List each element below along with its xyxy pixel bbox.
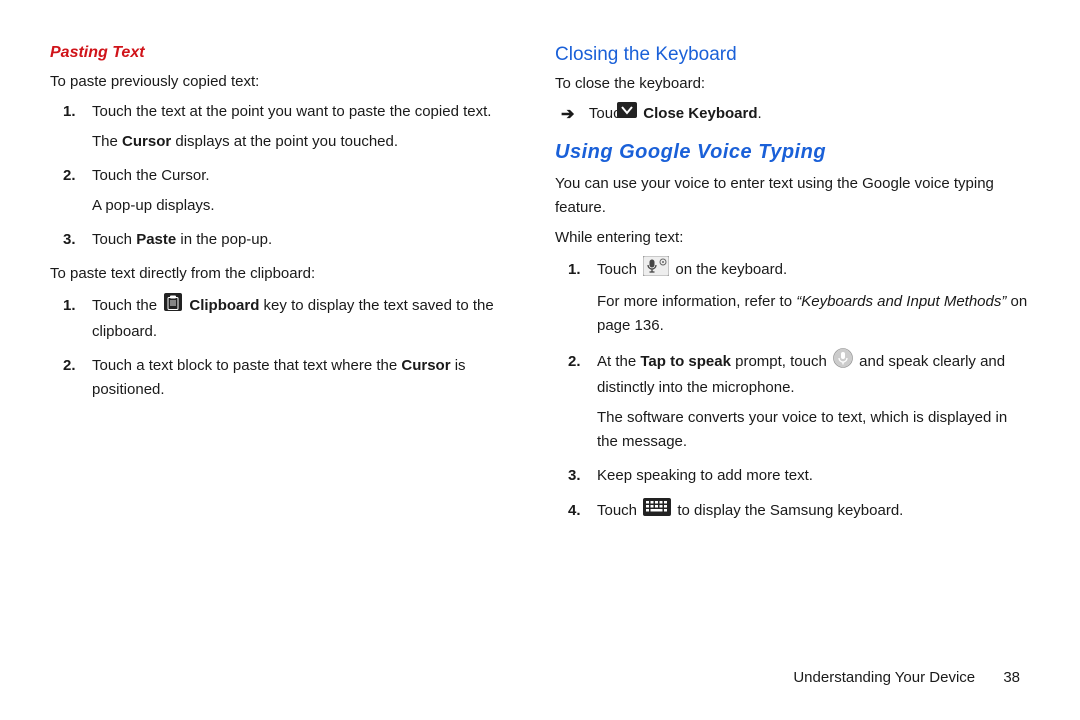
paste-step-1-text: Touch the text at the point you want to … xyxy=(92,103,491,120)
clipboard-icon xyxy=(163,292,183,320)
clipboard-step-2: Touch a text block to paste that text wh… xyxy=(88,354,525,402)
page-columns: Pasting Text To paste previously copied … xyxy=(50,40,1030,534)
footer-section: Understanding Your Device xyxy=(793,669,975,686)
voice-step-3: Keep speaking to add more text. xyxy=(593,464,1030,488)
paste-steps-2: Touch the Clipboard key to display the t… xyxy=(50,292,525,402)
keyboard-icon xyxy=(643,498,671,524)
heading-pasting-text: Pasting Text xyxy=(50,40,525,66)
t: At the xyxy=(597,353,640,370)
cursor-bold: Cursor xyxy=(122,133,171,150)
mic-circle-icon xyxy=(833,348,853,376)
t: For more information, refer to xyxy=(597,293,796,310)
paste-steps-1: Touch the text at the point you want to … xyxy=(50,100,525,252)
t: displays at the point you touched. xyxy=(171,133,398,150)
close-instruction: ➔ Touch Close Keyboard. xyxy=(567,102,1030,128)
t: Touch xyxy=(92,231,136,248)
paste-step-1: Touch the text at the point you want to … xyxy=(88,100,525,154)
paste-step-2a: Touch the Cursor. xyxy=(92,167,210,184)
chevron-down-icon xyxy=(635,102,637,126)
paste-intro-1: To paste previously copied text: xyxy=(50,70,525,94)
voice-step-1: Touch on the keyboard. For more informat… xyxy=(593,256,1030,338)
left-column: Pasting Text To paste previously copied … xyxy=(50,40,525,534)
t: . xyxy=(757,105,761,122)
t: prompt, touch xyxy=(731,353,831,370)
paste-step-3: Touch Paste in the pop-up. xyxy=(88,228,525,252)
cursor-bold-2: Cursor xyxy=(401,357,450,374)
paste-intro-2: To paste text directly from the clipboar… xyxy=(50,262,525,286)
close-intro: To close the keyboard: xyxy=(555,72,1030,96)
t: to display the Samsung keyboard. xyxy=(673,502,903,519)
voice-steps: Touch on the keyboard. For more informat… xyxy=(555,256,1030,524)
voice-step-1-ref: For more information, refer to “Keyboard… xyxy=(597,290,1030,338)
t: Touch the xyxy=(92,297,161,314)
voice-step-2: At the Tap to speak prompt, touch and sp… xyxy=(593,348,1030,454)
heading-voice-typing: Using Google Voice Typing xyxy=(555,136,1030,168)
clipboard-step-1: Touch the Clipboard key to display the t… xyxy=(88,292,525,344)
t: Touch a text block to paste that text wh… xyxy=(92,357,401,374)
mic-gear-icon xyxy=(643,256,669,284)
clipboard-bold: Clipboard xyxy=(189,297,259,314)
voice-while: While entering text: xyxy=(555,226,1030,250)
t: Touch xyxy=(597,261,641,278)
paste-step-2b: A pop-up displays. xyxy=(92,194,525,218)
voice-intro: You can use your voice to enter text usi… xyxy=(555,172,1030,220)
right-column: Closing the Keyboard To close the keyboa… xyxy=(555,40,1030,534)
footer-page-number: 38 xyxy=(1003,669,1020,686)
heading-closing-keyboard: Closing the Keyboard xyxy=(555,40,1030,70)
t: The xyxy=(92,133,122,150)
voice-step-2-sub: The software converts your voice to text… xyxy=(597,406,1030,454)
paste-step-1-sub: The Cursor displays at the point you tou… xyxy=(92,130,525,154)
page-footer: Understanding Your Device 38 xyxy=(793,666,1020,690)
t: Touch xyxy=(597,502,641,519)
close-keyboard-bold: Close Keyboard xyxy=(643,105,757,122)
paste-step-2: Touch the Cursor. A pop-up displays. xyxy=(88,164,525,218)
ref-italic: “Keyboards and Input Methods” xyxy=(796,293,1006,310)
voice-step-4: Touch to display the Samsung keyboard. xyxy=(593,498,1030,524)
tap-to-speak-bold: Tap to speak xyxy=(640,353,731,370)
paste-bold: Paste xyxy=(136,231,176,248)
t: on the keyboard. xyxy=(671,261,787,278)
t: in the pop-up. xyxy=(176,231,272,248)
